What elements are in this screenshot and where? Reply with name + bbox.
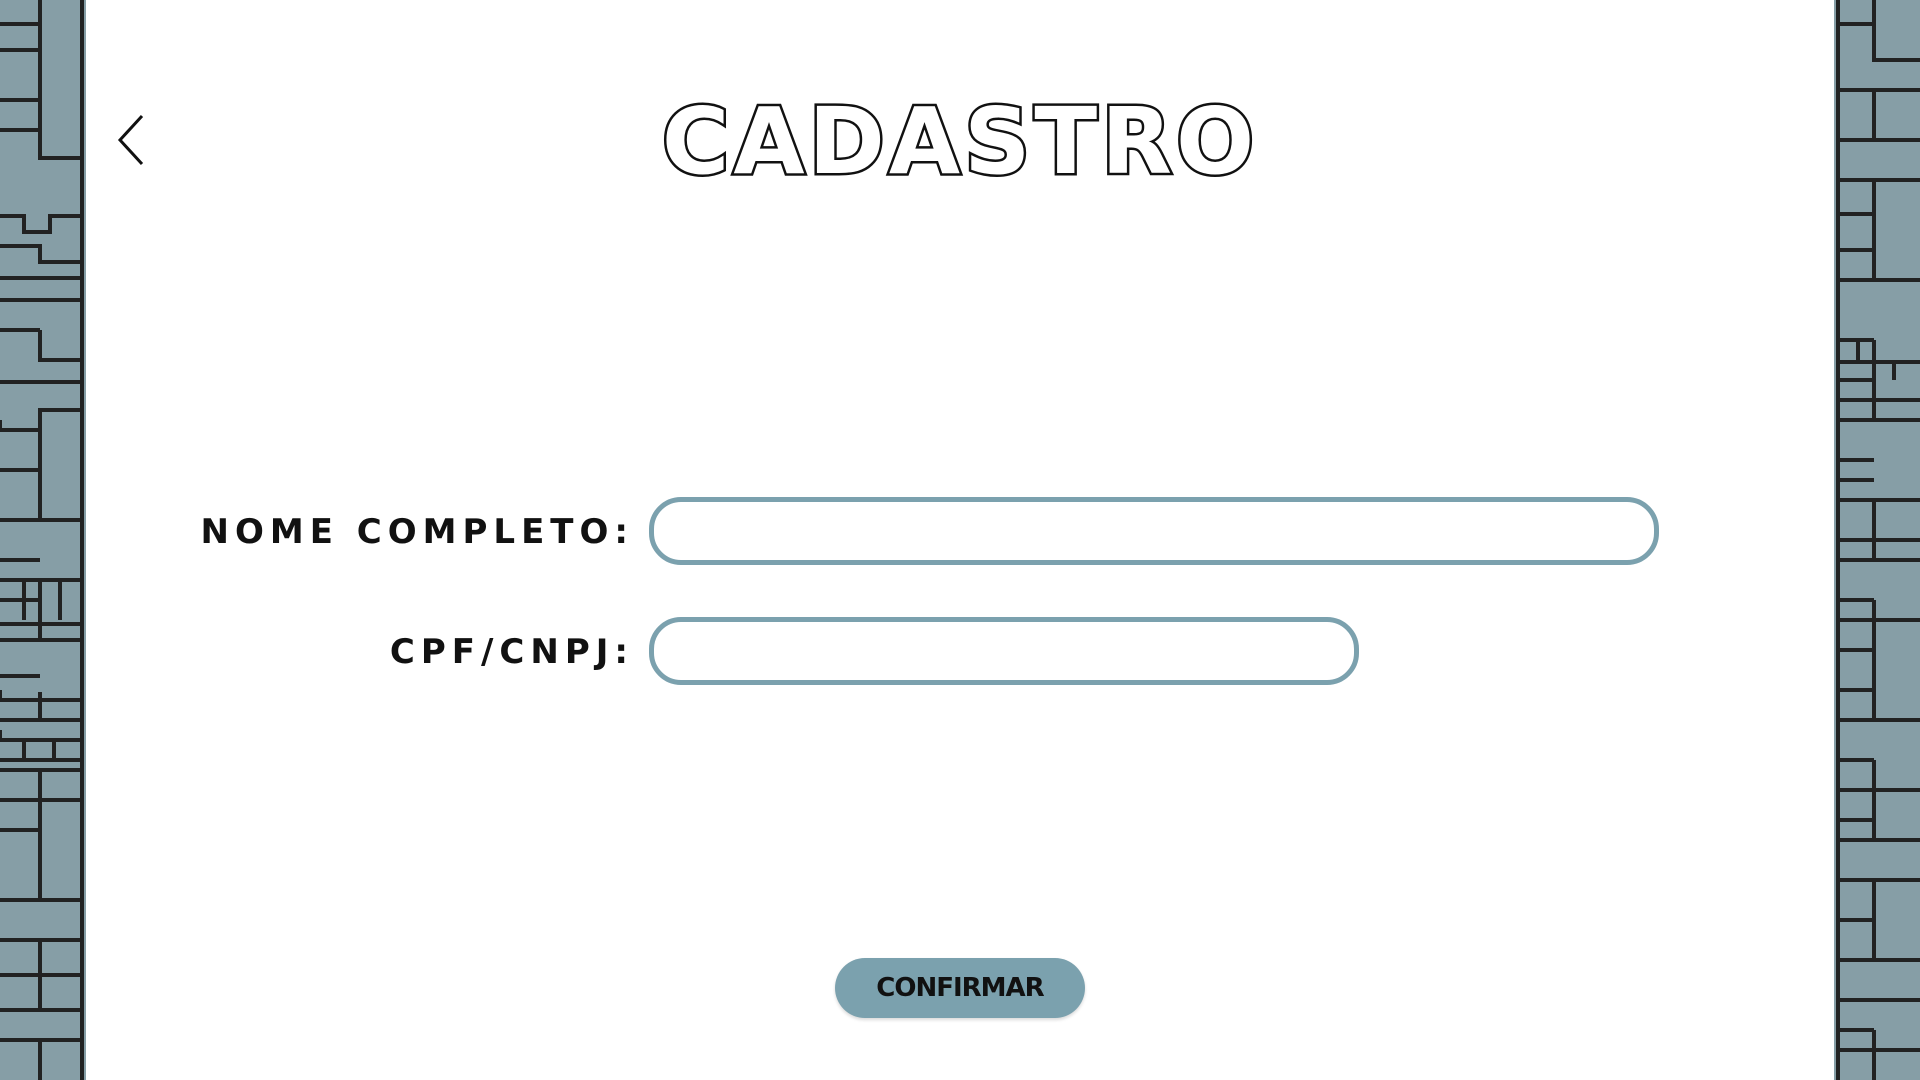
- full-name-label: NOME COMPLETO:: [200, 512, 634, 552]
- page-title: CADASTRO: [659, 86, 1259, 198]
- full-name-input[interactable]: [649, 497, 1659, 565]
- confirm-button[interactable]: CONFIRMAR: [835, 958, 1085, 1018]
- cpf-cnpj-label: CPF/CNPJ:: [389, 632, 634, 672]
- signup-screen: CADASTRO NOME COMPLETO: CPF/CNPJ: CONFIR…: [0, 0, 1920, 1080]
- full-name-row: NOME COMPLETO:: [0, 497, 1920, 567]
- cpf-cnpj-input[interactable]: [649, 617, 1359, 685]
- cpf-cnpj-row: CPF/CNPJ:: [0, 617, 1920, 687]
